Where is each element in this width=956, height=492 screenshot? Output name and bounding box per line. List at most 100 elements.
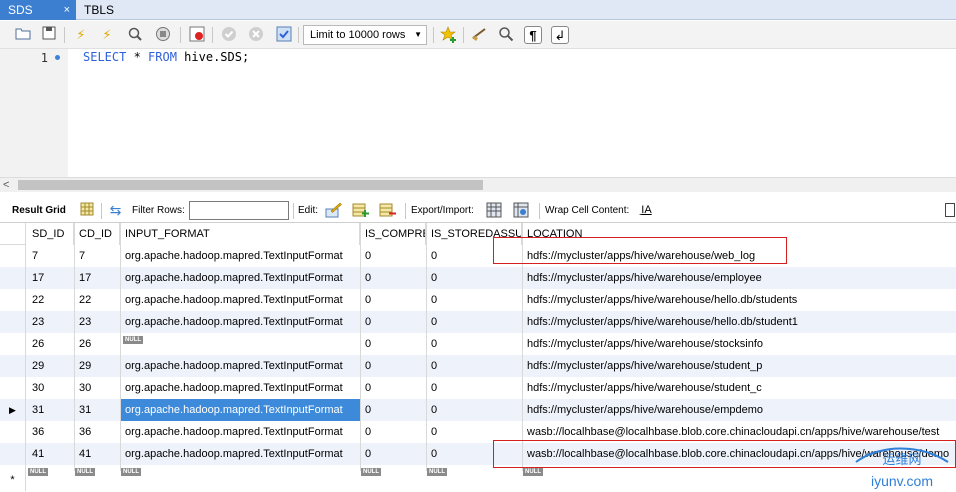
wrap-cell-toggle-icon[interactable]: I̲A — [638, 202, 655, 219]
cell-sd-id[interactable]: 26 — [27, 333, 74, 355]
cell-is-compressed[interactable]: 0 — [360, 289, 426, 311]
table-row[interactable]: 29 29 org.apache.hadoop.mapred.TextInputFo… — [0, 355, 956, 377]
row-marker[interactable] — [0, 245, 26, 267]
cell-cd-id[interactable]: 29 — [74, 355, 120, 377]
add-snippet-star-icon[interactable] — [440, 26, 458, 44]
row-marker[interactable] — [0, 333, 26, 355]
row-marker[interactable] — [0, 267, 26, 289]
new-row-cd-id[interactable]: NULL — [74, 465, 120, 487]
table-row[interactable]: 22 22 org.apache.hadoop.mapred.TextInputFo… — [0, 289, 956, 311]
cell-sd-id[interactable]: 7 — [27, 245, 74, 267]
cell-sd-id[interactable]: 36 — [27, 421, 74, 443]
cell-is-compressed[interactable]: 0 — [360, 421, 426, 443]
delete-row-icon[interactable] — [379, 202, 396, 219]
cell-cd-id[interactable]: 7 — [74, 245, 120, 267]
table-row[interactable]: 23 23 org.apache.hadoop.mapred.TextInputFo… — [0, 311, 956, 333]
cell-sd-id[interactable]: 17 — [27, 267, 74, 289]
cell-is-compressed[interactable]: 0 — [360, 377, 426, 399]
cell-is-compressed[interactable]: 0 — [360, 245, 426, 267]
cell-sd-id[interactable]: 41 — [27, 443, 74, 465]
cell-location[interactable]: hdfs://mycluster/apps/hive/warehouse/emp… — [522, 399, 956, 421]
sql-code-line[interactable]: SELECT * FROM hive.SDS; — [83, 50, 249, 64]
scrollbar-thumb[interactable] — [18, 180, 483, 190]
cell-location[interactable]: hdfs://mycluster/apps/hive/warehouse/hel… — [522, 311, 956, 333]
cell-is-storedassub[interactable]: 0 — [426, 377, 522, 399]
scroll-left-arrow-icon[interactable]: < — [3, 178, 9, 192]
cell-location[interactable]: hdfs://mycluster/apps/hive/warehouse/hel… — [522, 289, 956, 311]
commit-check-icon[interactable] — [220, 26, 238, 44]
sql-editor[interactable]: 1 SELECT * FROM hive.SDS; — [0, 49, 956, 177]
cell-cd-id[interactable]: 41 — [74, 443, 120, 465]
close-icon[interactable]: × — [64, 0, 70, 20]
open-folder-icon[interactable] — [14, 26, 32, 44]
column-header-cd-id[interactable]: CD_ID — [74, 223, 120, 245]
refresh-icon[interactable]: ⇆ — [107, 202, 124, 219]
cell-input-format[interactable]: org.apache.hadoop.mapred.TextInputFormat — [120, 289, 360, 311]
execute-current-icon[interactable]: ⚡ — [98, 26, 116, 44]
panel-toggle-button[interactable] — [945, 203, 955, 217]
row-marker[interactable]: ▶ — [0, 399, 26, 421]
cell-location[interactable]: hdfs://mycluster/apps/hive/warehouse/sto… — [522, 333, 956, 355]
cell-cd-id[interactable]: 26 — [74, 333, 120, 355]
autocommit-toggle-icon[interactable] — [275, 26, 293, 44]
cell-cd-id[interactable]: 36 — [74, 421, 120, 443]
cell-sd-id[interactable]: 30 — [27, 377, 74, 399]
filter-rows-input[interactable] — [189, 201, 289, 220]
cell-cd-id[interactable]: 23 — [74, 311, 120, 333]
export-icon[interactable] — [486, 202, 503, 219]
cell-input-format[interactable]: org.apache.hadoop.mapred.TextInputFormat — [120, 245, 360, 267]
cell-input-format[interactable]: org.apache.hadoop.mapred.TextInputFormat — [120, 377, 360, 399]
cell-location[interactable]: hdfs://mycluster/apps/hive/warehouse/stu… — [522, 377, 956, 399]
rollback-cancel-icon[interactable] — [247, 26, 265, 44]
cell-input-format[interactable]: NULL — [120, 333, 360, 355]
cell-input-format[interactable]: org.apache.hadoop.mapred.TextInputFormat — [120, 443, 360, 465]
cell-input-format[interactable]: org.apache.hadoop.mapred.TextInputFormat — [120, 399, 360, 421]
row-marker[interactable] — [0, 377, 26, 399]
table-row[interactable]: 17 17 org.apache.hadoop.mapred.TextInputFo… — [0, 267, 956, 289]
result-grid-label[interactable]: Result Grid — [12, 205, 66, 216]
grid-view-icon[interactable] — [78, 202, 95, 219]
tab-tbls[interactable]: TBLS — [76, 0, 136, 20]
cell-input-format[interactable]: org.apache.hadoop.mapred.TextInputFormat — [120, 355, 360, 377]
cell-is-compressed[interactable]: 0 — [360, 399, 426, 421]
insert-row-icon[interactable] — [352, 202, 369, 219]
new-row-is-compressed[interactable]: NULL — [360, 465, 426, 487]
find-magnifier-icon[interactable] — [497, 26, 515, 44]
cell-is-storedassub[interactable]: 0 — [426, 267, 522, 289]
cell-is-compressed[interactable]: 0 — [360, 333, 426, 355]
cell-location[interactable]: hdfs://mycluster/apps/hive/warehouse/stu… — [522, 355, 956, 377]
cell-cd-id[interactable]: 30 — [74, 377, 120, 399]
tab-sds[interactable]: SDS × — [0, 0, 76, 20]
cell-is-compressed[interactable]: 0 — [360, 267, 426, 289]
column-header-is-compressed[interactable]: IS_COMPRE — [360, 223, 426, 245]
cell-input-format[interactable]: org.apache.hadoop.mapred.TextInputFormat — [120, 311, 360, 333]
row-marker[interactable] — [0, 289, 26, 311]
row-marker[interactable] — [0, 443, 26, 465]
cell-is-storedassub[interactable]: 0 — [426, 289, 522, 311]
row-limit-select[interactable]: Limit to 10000 rows ▼ — [303, 25, 427, 45]
toggle-error-icon[interactable] — [188, 26, 206, 44]
execute-lightning-icon[interactable]: ⚡ — [72, 26, 90, 44]
row-marker[interactable] — [0, 355, 26, 377]
cell-is-storedassub[interactable]: 0 — [426, 333, 522, 355]
cell-sd-id[interactable]: 22 — [27, 289, 74, 311]
cell-input-format[interactable]: org.apache.hadoop.mapred.TextInputFormat — [120, 421, 360, 443]
cell-input-format[interactable]: org.apache.hadoop.mapred.TextInputFormat — [120, 267, 360, 289]
new-row[interactable]: * NULL NULL NULL NULL NULL NULL — [0, 465, 956, 491]
cell-cd-id[interactable]: 31 — [74, 399, 120, 421]
row-marker[interactable] — [0, 421, 26, 443]
column-header-sd-id[interactable]: SD_ID — [27, 223, 74, 245]
column-header-input-format[interactable]: INPUT_FORMAT — [120, 223, 360, 245]
row-marker[interactable] — [0, 311, 26, 333]
wrap-lines-icon[interactable]: ↲ — [551, 26, 569, 44]
editor-horizontal-scrollbar[interactable]: < — [0, 177, 956, 192]
new-row-input-format[interactable]: NULL — [120, 465, 360, 487]
cell-location[interactable]: hdfs://mycluster/apps/hive/warehouse/emp… — [522, 267, 956, 289]
cell-sd-id[interactable]: 29 — [27, 355, 74, 377]
cell-cd-id[interactable]: 17 — [74, 267, 120, 289]
new-row-sd-id[interactable]: NULL — [27, 465, 74, 487]
table-row[interactable]: 26 26 NULL 0 0 hdfs://mycluster/apps/hive/war… — [0, 333, 956, 355]
cell-is-storedassub[interactable]: 0 — [426, 399, 522, 421]
cell-is-compressed[interactable]: 0 — [360, 311, 426, 333]
table-row[interactable]: 7 7 org.apache.hadoop.mapred.TextInputForm… — [0, 245, 956, 267]
